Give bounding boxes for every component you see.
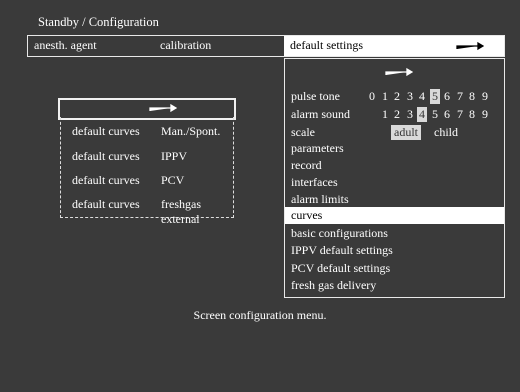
pulse-tone-value[interactable]: 1 — [380, 89, 390, 104]
alarm-sound-value[interactable]: 7 — [455, 107, 465, 122]
default-curves-label[interactable]: default curves — [72, 124, 140, 139]
alarm-sound-value[interactable]: 5 — [430, 107, 440, 122]
pulse-tone-value-selected[interactable]: 5 — [430, 89, 440, 104]
arrow-right-icon[interactable] — [456, 41, 484, 51]
pulse-tone-value[interactable]: 4 — [417, 89, 427, 104]
pulse-tone-value[interactable]: 7 — [455, 89, 465, 104]
alarm-sound-value[interactable]: 1 — [380, 107, 390, 122]
scale-label: scale — [291, 125, 315, 139]
default-settings-menu: pulse tone 0 1 2 3 4 5 6 7 8 9 alarm sou… — [284, 58, 505, 298]
menu-item-parameters[interactable]: parameters — [291, 141, 344, 156]
default-curves-value[interactable]: PCV — [161, 173, 184, 188]
pulse-tone-value[interactable]: 9 — [480, 89, 490, 104]
default-curves-label[interactable]: default curves — [72, 173, 140, 188]
tab-anesth-agent[interactable]: anesth. agent — [34, 38, 97, 53]
menu-item-fresh-gas-delivery[interactable]: fresh gas delivery — [291, 278, 376, 293]
default-curves-label[interactable]: default curves — [72, 149, 140, 164]
default-curves-value[interactable]: freshgas external — [161, 197, 233, 227]
tab-calibration[interactable]: calibration — [160, 38, 211, 53]
alarm-sound-value[interactable]: 8 — [467, 107, 477, 122]
menu-item-curves[interactable]: curves — [285, 207, 504, 224]
menu-item-record[interactable]: record — [291, 158, 322, 173]
pulse-tone-value[interactable]: 2 — [392, 89, 402, 104]
default-curves-value[interactable]: IPPV — [161, 149, 187, 164]
tab-default-settings[interactable]: default settings — [284, 36, 504, 56]
alarm-sound-value[interactable]: 9 — [480, 107, 490, 122]
pulse-tone-value[interactable]: 3 — [405, 89, 415, 104]
menu-item-pcv-default-settings[interactable]: PCV default settings — [291, 261, 390, 276]
pulse-tone-value[interactable]: 8 — [467, 89, 477, 104]
tab-bar: anesth. agent calibration default settin… — [27, 35, 505, 57]
alarm-sound-value-selected[interactable]: 4 — [417, 107, 427, 122]
alarm-sound-label: alarm sound — [291, 107, 350, 121]
menu-item-alarm-limits[interactable]: alarm limits — [291, 192, 349, 207]
menu-item-ippv-default-settings[interactable]: IPPV default settings — [291, 243, 393, 258]
tab-default-settings-label: default settings — [290, 38, 363, 52]
pulse-tone-value[interactable]: 6 — [442, 89, 452, 104]
default-curves-value[interactable]: Man./Spont. — [161, 124, 220, 139]
menu-item-curves-label: curves — [291, 208, 323, 222]
menu-item-basic-configurations[interactable]: basic configurations — [291, 226, 388, 241]
default-curves-label[interactable]: default curves — [72, 197, 140, 212]
pulse-tone-label: pulse tone — [291, 89, 340, 103]
page-title: Standby / Configuration — [38, 15, 159, 29]
scale-option-child[interactable]: child — [434, 125, 458, 140]
arrow-right-icon — [385, 67, 413, 77]
pulse-tone-value[interactable]: 0 — [367, 89, 377, 104]
alarm-sound-value[interactable]: 2 — [392, 107, 402, 122]
scale-option-adult[interactable]: adult — [391, 125, 421, 140]
curves-submenu: default curves Man./Spont. default curve… — [60, 117, 234, 226]
alarm-sound-value[interactable]: 6 — [442, 107, 452, 122]
caption: Screen configuration menu. — [193, 308, 327, 322]
alarm-sound-value[interactable]: 3 — [405, 107, 415, 122]
menu-item-interfaces[interactable]: interfaces — [291, 175, 338, 190]
arrow-right-icon — [149, 103, 177, 113]
